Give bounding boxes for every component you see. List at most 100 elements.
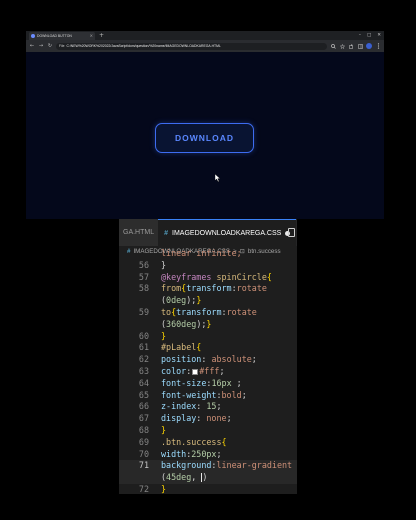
code-token: background [161, 460, 212, 471]
new-tab-button[interactable]: + [99, 32, 104, 39]
code-token: : [186, 366, 192, 376]
code-line[interactable]: 60} [119, 331, 297, 343]
code-token: rotate [226, 307, 257, 317]
code-token: ); [196, 318, 207, 329]
page-favicon-icon [31, 34, 35, 38]
code-token: ; [241, 389, 247, 400]
code-token: #fff [199, 366, 220, 376]
code-line[interactable]: 71 background:linear-gradient (45deg, ) [119, 460, 297, 484]
code-line[interactable]: 62 position: absolute; [119, 354, 297, 366]
extensions-icon[interactable] [348, 43, 354, 49]
minimize-button[interactable]: – [359, 32, 361, 39]
code-token: from [161, 283, 182, 294]
close-window-button[interactable]: ✕ [377, 32, 381, 39]
code-line[interactable]: 64 font-size:16px ; [119, 378, 297, 390]
line-number: 67 [138, 413, 149, 424]
code-text: width:250px; [161, 449, 222, 461]
code-token: ; [219, 366, 225, 376]
code-text: font-weight:bold; [161, 390, 247, 402]
address-bar[interactable]: File C:/NEW%20WORK%202022/JavaScript/dom… [56, 42, 327, 50]
line-number: 72 [138, 484, 149, 494]
code-token: ; [216, 448, 222, 459]
code-line[interactable]: 68} [119, 425, 297, 437]
browser-toolbar: ← → ↻ File C:/NEW%20WORK%202022/JavaScri… [26, 40, 384, 52]
split-editor-icon[interactable] [288, 228, 295, 237]
page-viewport: DOWNLOAD [26, 52, 384, 219]
download-button[interactable]: DOWNLOAD [155, 123, 254, 153]
code-token: { [196, 342, 202, 353]
star-bookmark-icon[interactable] [339, 43, 345, 49]
code-token: absolute [211, 354, 252, 365]
code-line[interactable]: 72} [119, 484, 297, 494]
line-number: 69 [138, 436, 149, 447]
code-token: : [196, 413, 207, 424]
code-line[interactable]: 57 @keyframes spinCircle{ [119, 272, 297, 284]
code-line[interactable]: 63 color: #fff; [119, 366, 297, 378]
code-text: } [161, 425, 166, 437]
code-text: .btn.success{ [161, 437, 227, 449]
tab-close-icon[interactable]: × [90, 34, 93, 38]
code-token: : [196, 401, 207, 412]
maximize-button[interactable]: □ [367, 32, 371, 39]
menu-kebab-icon[interactable] [375, 43, 381, 49]
code-token: , [191, 472, 202, 483]
code-token: : [201, 354, 212, 365]
code-token: .btn.success [161, 436, 222, 447]
code-text: z-index: 15; [161, 401, 222, 413]
line-number: 58 [138, 283, 149, 294]
code-token: } [161, 330, 167, 341]
code-token: } [206, 318, 212, 329]
browser-tab[interactable]: DOWNLOAD BUTTON × [29, 32, 95, 40]
code-token: z-index [161, 401, 197, 412]
forward-button[interactable]: → [38, 43, 44, 49]
code-line[interactable]: linear infinite; [119, 248, 297, 260]
code-token: ; [226, 413, 232, 424]
code-line[interactable]: 61 #pLabel{ [119, 342, 297, 354]
code-token: 250px [191, 448, 217, 459]
editor-tab-label: IMAGEDOWNLOADKAREGA.CSS [172, 229, 282, 237]
browser-window: DOWNLOAD BUTTON × + – □ ✕ ← → ↻ File C:/… [26, 31, 384, 219]
line-number: 70 [138, 448, 149, 459]
code-line[interactable]: 56} [119, 260, 297, 272]
code-token: linear-gradient [216, 460, 293, 471]
css-file-icon: # [164, 229, 169, 237]
code-line[interactable]: 66 z-index: 15; [119, 401, 297, 413]
code-token: linear infinite; [161, 248, 242, 258]
editor-tab-html[interactable]: GA.HTML [119, 219, 159, 246]
address-url[interactable]: C:/NEW%20WORK%202022/JavaScript/dom/ques… [66, 44, 220, 48]
code-token: font-size [161, 377, 207, 388]
code-token: ; [231, 377, 242, 388]
code-token: 16px [211, 377, 232, 388]
editor-tab-label: GA.HTML [123, 229, 155, 236]
code-token: color [161, 366, 187, 376]
code-token: position [161, 354, 202, 365]
line-number: 71 [138, 460, 149, 471]
code-line[interactable]: 65 font-weight:bold; [119, 390, 297, 402]
code-line[interactable]: 70 width:250px; [119, 449, 297, 461]
code-token: ) [202, 472, 208, 483]
code-text: linear infinite; [161, 248, 242, 260]
side-panel-icon[interactable] [357, 43, 363, 49]
code-text-wrapped: (45deg, ) [161, 472, 207, 484]
zoom-icon[interactable] [330, 43, 336, 49]
editor-tab-css[interactable]: # IMAGEDOWNLOADKAREGA.CSS [158, 219, 297, 246]
code-token: spinCircle [216, 271, 267, 282]
code-line[interactable]: 67 display: none; [119, 413, 297, 425]
reload-button[interactable]: ↻ [47, 43, 53, 49]
code-text: @keyframes spinCircle{ [161, 272, 272, 284]
code-token: { [266, 271, 272, 282]
line-number: 56 [138, 259, 149, 270]
code-text: font-size:16px ; [161, 378, 242, 390]
code-text-wrapped: (0deg);} [161, 295, 201, 307]
code-token: to [161, 307, 172, 317]
code-line[interactable]: 59 to{transform:rotate (360deg);} [119, 307, 297, 331]
code-line[interactable]: 69 .btn.success{ [119, 437, 297, 449]
code-line[interactable]: 58 from{transform:rotate (0deg);} [119, 283, 297, 307]
code-token: none [206, 413, 227, 424]
back-button[interactable]: ← [29, 43, 35, 49]
code-token: width [161, 448, 187, 459]
mouse-cursor-icon [215, 174, 221, 182]
profile-avatar-icon[interactable] [366, 43, 372, 49]
code-token: bold [221, 389, 242, 400]
color-swatch[interactable] [192, 368, 199, 375]
